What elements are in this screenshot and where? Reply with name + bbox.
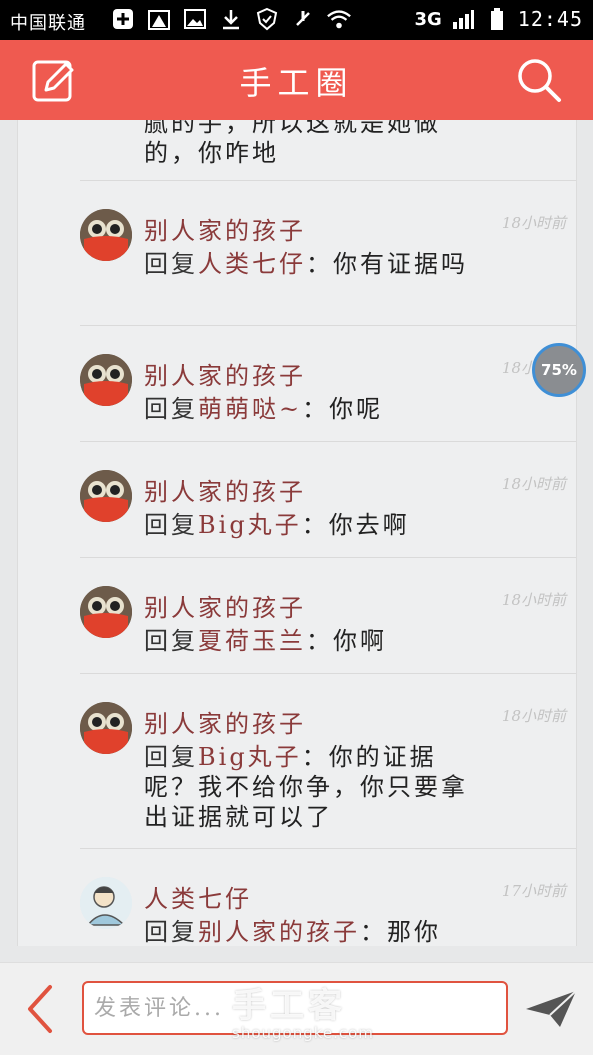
comment-content: 你有证据吗 [333,250,468,278]
comment-content: 你呢 [329,395,384,423]
comment-content: 你去啊 [328,511,410,539]
comment-author[interactable]: 别人家的孩子 [144,211,306,246]
comment-list[interactable]: 腻的手，所以这就是她做 的，你咋地 别人家的孩子 18小时前 回复人类七仔：你有… [17,120,577,946]
signal-icon [450,6,476,32]
reply-separator: ： [360,918,387,946]
status-right: 3G 12:45 [414,6,583,32]
avatar[interactable] [80,209,132,261]
reply-target[interactable]: Big丸子 [198,511,302,539]
battery-icon [484,6,510,32]
comment-time: 18小时前 [501,475,566,493]
comment-text: 回复别人家的孩子：那你 [144,917,484,946]
comment-time: 18小时前 [501,707,566,725]
reply-separator: ： [302,395,330,423]
list-item[interactable]: 人类七仔 17小时前 回复别人家的孩子：那你 [18,849,576,946]
comment-content: 那你 [387,918,441,946]
reply-separator: ： [301,743,329,771]
reply-label: 回复 [144,743,198,771]
reply-separator: ： [306,627,333,655]
avatar[interactable] [80,877,132,929]
comment-text: 回复Big丸子：你去啊 [144,510,484,540]
comment-time: 17小时前 [501,882,566,900]
avatar[interactable] [80,702,132,754]
search-button[interactable] [515,56,563,104]
comment-text: 回复夏荷玉兰：你啊 [144,626,484,656]
comment-author[interactable]: 别人家的孩子 [144,472,306,507]
comment-bar [0,962,593,1055]
reply-target[interactable]: Big丸子 [198,743,302,771]
chevron-left-icon [28,985,52,1033]
plus-icon [110,6,136,32]
comment-text: 回复Big丸子：你的证据呢？我不给你争，你只要拿出证据就可以了 [144,742,484,832]
avatar[interactable] [80,470,132,522]
search-icon [518,59,561,102]
page-title: 手工圈 [239,64,354,102]
comment-author[interactable]: 别人家的孩子 [144,704,306,739]
list-item[interactable]: 别人家的孩子 18小时前 回复人类七仔：你有证据吗 [18,181,576,325]
reply-target[interactable]: 别人家的孩子 [198,918,360,946]
send-icon [526,990,577,1027]
avatar[interactable] [80,354,132,406]
comment-author[interactable]: 人类七仔 [144,879,252,914]
carrier-label: 中国联通 [10,13,86,34]
comment-time: 18小时前 [501,214,566,232]
mute-icon [290,6,316,32]
reply-label: 回复 [144,918,198,946]
network-type: 3G [414,8,442,30]
reply-target[interactable]: 夏荷玉兰 [198,627,306,655]
reply-label: 回复 [144,627,198,655]
send-button[interactable] [524,987,578,1031]
reply-separator: ： [301,511,329,539]
reply-label: 回复 [144,511,198,539]
back-button[interactable] [22,983,58,1035]
clock: 12:45 [517,7,583,31]
floating-progress-badge[interactable]: 75% [532,343,586,397]
list-item[interactable]: 别人家的孩子 18小时前 回复萌萌哒~：你呢 [18,326,576,441]
reply-label: 回复 [144,250,198,278]
download-icon [218,6,244,32]
reply-target[interactable]: 人类七仔 [198,250,306,278]
reply-target[interactable]: 萌萌哒~ [198,395,302,423]
image-icon [182,6,208,32]
list-item[interactable]: 别人家的孩子 18小时前 回复Big丸子：你去啊 [18,442,576,557]
comment-text: 回复萌萌哒~：你呢 [144,394,484,424]
list-item: 腻的手，所以这就是她做 的，你咋地 [18,120,576,180]
comment-content: 你啊 [333,627,387,655]
comment-time: 18小时前 [501,591,566,609]
list-item[interactable]: 别人家的孩子 18小时前 回复夏荷玉兰：你啊 [18,558,576,673]
wifi-icon [326,6,352,32]
comment-author[interactable]: 别人家的孩子 [144,588,306,623]
app-header: 手工圈 [0,40,593,120]
comment-input[interactable] [82,981,508,1035]
comment-author[interactable]: 别人家的孩子 [144,356,306,391]
comment-text: 腻的手，所以这就是她做 的，你咋地 [144,120,441,167]
reply-separator: ： [306,250,333,278]
status-icons [110,6,352,32]
comment-text: 回复人类七仔：你有证据吗 [144,249,484,279]
list-item[interactable]: 别人家的孩子 18小时前 回复Big丸子：你的证据呢？我不给你争，你只要拿出证据… [18,674,576,848]
avatar[interactable] [80,586,132,638]
reply-label: 回复 [144,395,198,423]
shield-icon [254,6,280,32]
warning-icon [146,6,172,32]
status-bar: 中国联通 3G 12:45 [0,0,593,40]
